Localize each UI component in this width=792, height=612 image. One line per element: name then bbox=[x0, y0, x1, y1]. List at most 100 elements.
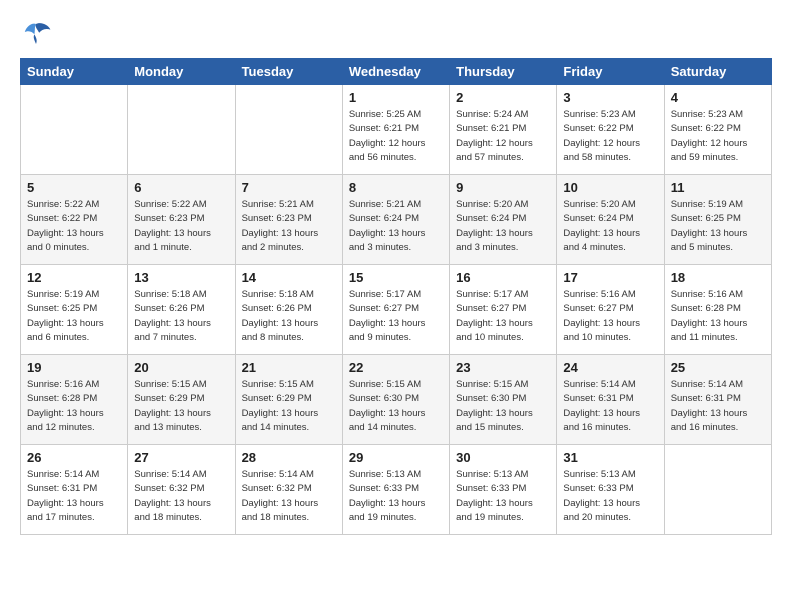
day-number: 28 bbox=[242, 450, 336, 465]
calendar-cell: 20Sunrise: 5:15 AMSunset: 6:29 PMDayligh… bbox=[128, 355, 235, 445]
day-number: 24 bbox=[563, 360, 657, 375]
calendar-cell: 31 Sunrise: 5:13 AMSunset: 6:33 PMDayligh… bbox=[557, 445, 664, 535]
day-number: 3 bbox=[563, 90, 657, 105]
day-number: 12 bbox=[27, 270, 121, 285]
calendar-cell: 7 Sunrise: 5:21 AMSunset: 6:23 PMDaylight… bbox=[235, 175, 342, 265]
calendar-cell: 28 Sunrise: 5:14 AMSunset: 6:32 PMDayligh… bbox=[235, 445, 342, 535]
logo-bird-icon bbox=[20, 20, 52, 48]
day-info: Sunrise: 5:23 AMSunset: 6:22 PMDaylight:… bbox=[563, 108, 657, 165]
day-number: 1 bbox=[349, 90, 443, 105]
day-number: 9 bbox=[456, 180, 550, 195]
day-number: 27 bbox=[134, 450, 228, 465]
weekday-header-sunday: Sunday bbox=[21, 59, 128, 85]
day-number: 11 bbox=[671, 180, 765, 195]
day-info: Sunrise: 5:15 AMSunset: 6:30 PMDaylight:… bbox=[456, 378, 550, 435]
day-info: Sunrise: 5:19 AMSunset: 6:25 PMDaylight:… bbox=[671, 198, 765, 255]
calendar-cell: 8Sunrise: 5:21 AMSunset: 6:24 PMDaylight… bbox=[342, 175, 449, 265]
calendar-week-row: 19 Sunrise: 5:16 AMSunset: 6:28 PMDayligh… bbox=[21, 355, 772, 445]
day-number: 13 bbox=[134, 270, 228, 285]
calendar-cell bbox=[664, 445, 771, 535]
calendar-table: SundayMondayTuesdayWednesdayThursdayFrid… bbox=[20, 58, 772, 535]
calendar-cell: 13 Sunrise: 5:18 AMSunset: 6:26 PMDayligh… bbox=[128, 265, 235, 355]
weekday-header-friday: Friday bbox=[557, 59, 664, 85]
calendar-cell: 12 Sunrise: 5:19 AMSunset: 6:25 PMDayligh… bbox=[21, 265, 128, 355]
day-info: Sunrise: 5:17 AMSunset: 6:27 PMDaylight:… bbox=[349, 288, 443, 345]
calendar-week-row: 1 Sunrise: 5:25 AMSunset: 6:21 PMDaylight… bbox=[21, 85, 772, 175]
day-info: Sunrise: 5:19 AMSunset: 6:25 PMDaylight:… bbox=[27, 288, 121, 345]
day-number: 30 bbox=[456, 450, 550, 465]
calendar-cell: 15 Sunrise: 5:17 AMSunset: 6:27 PMDayligh… bbox=[342, 265, 449, 355]
day-info: Sunrise: 5:13 AMSunset: 6:33 PMDaylight:… bbox=[349, 468, 443, 525]
day-info: Sunrise: 5:22 AMSunset: 6:22 PMDaylight:… bbox=[27, 198, 121, 255]
calendar-cell: 30 Sunrise: 5:13 AMSunset: 6:33 PMDayligh… bbox=[450, 445, 557, 535]
day-number: 7 bbox=[242, 180, 336, 195]
calendar-cell bbox=[128, 85, 235, 175]
calendar-cell: 3 Sunrise: 5:23 AMSunset: 6:22 PMDaylight… bbox=[557, 85, 664, 175]
day-info: Sunrise: 5:14 AMSunset: 6:31 PMDaylight:… bbox=[563, 378, 657, 435]
day-number: 21 bbox=[242, 360, 336, 375]
weekday-header-thursday: Thursday bbox=[450, 59, 557, 85]
day-info: Sunrise: 5:20 AMSunset: 6:24 PMDaylight:… bbox=[456, 198, 550, 255]
day-info: Sunrise: 5:14 AMSunset: 6:32 PMDaylight:… bbox=[134, 468, 228, 525]
day-number: 15 bbox=[349, 270, 443, 285]
day-info: Sunrise: 5:13 AMSunset: 6:33 PMDaylight:… bbox=[563, 468, 657, 525]
calendar-week-row: 12 Sunrise: 5:19 AMSunset: 6:25 PMDayligh… bbox=[21, 265, 772, 355]
calendar-cell: 11 Sunrise: 5:19 AMSunset: 6:25 PMDayligh… bbox=[664, 175, 771, 265]
day-info: Sunrise: 5:25 AMSunset: 6:21 PMDaylight:… bbox=[349, 108, 443, 165]
calendar-cell: 17 Sunrise: 5:16 AMSunset: 6:27 PMDayligh… bbox=[557, 265, 664, 355]
day-info: Sunrise: 5:14 AMSunset: 6:31 PMDaylight:… bbox=[27, 468, 121, 525]
day-info: Sunrise: 5:15 AMSunset: 6:29 PMDaylight:… bbox=[134, 378, 228, 435]
day-number: 23 bbox=[456, 360, 550, 375]
day-info: Sunrise: 5:21 AMSunset: 6:24 PMDaylight:… bbox=[349, 198, 443, 255]
day-info: Sunrise: 5:21 AMSunset: 6:23 PMDaylight:… bbox=[242, 198, 336, 255]
page-header bbox=[20, 20, 772, 48]
calendar-cell: 16 Sunrise: 5:17 AMSunset: 6:27 PMDayligh… bbox=[450, 265, 557, 355]
day-number: 18 bbox=[671, 270, 765, 285]
calendar-cell: 25 Sunrise: 5:14 AMSunset: 6:31 PMDayligh… bbox=[664, 355, 771, 445]
calendar-cell: 2Sunrise: 5:24 AMSunset: 6:21 PMDaylight… bbox=[450, 85, 557, 175]
day-info: Sunrise: 5:16 AMSunset: 6:28 PMDaylight:… bbox=[671, 288, 765, 345]
day-number: 14 bbox=[242, 270, 336, 285]
day-number: 25 bbox=[671, 360, 765, 375]
day-number: 29 bbox=[349, 450, 443, 465]
day-number: 10 bbox=[563, 180, 657, 195]
day-info: Sunrise: 5:15 AMSunset: 6:30 PMDaylight:… bbox=[349, 378, 443, 435]
calendar-header-row: SundayMondayTuesdayWednesdayThursdayFrid… bbox=[21, 59, 772, 85]
calendar-cell: 4 Sunrise: 5:23 AMSunset: 6:22 PMDaylight… bbox=[664, 85, 771, 175]
day-info: Sunrise: 5:17 AMSunset: 6:27 PMDaylight:… bbox=[456, 288, 550, 345]
day-info: Sunrise: 5:16 AMSunset: 6:28 PMDaylight:… bbox=[27, 378, 121, 435]
calendar-cell: 10 Sunrise: 5:20 AMSunset: 6:24 PMDayligh… bbox=[557, 175, 664, 265]
calendar-cell: 19 Sunrise: 5:16 AMSunset: 6:28 PMDayligh… bbox=[21, 355, 128, 445]
calendar-cell: 29 Sunrise: 5:13 AMSunset: 6:33 PMDayligh… bbox=[342, 445, 449, 535]
day-info: Sunrise: 5:16 AMSunset: 6:27 PMDaylight:… bbox=[563, 288, 657, 345]
day-number: 17 bbox=[563, 270, 657, 285]
day-number: 31 bbox=[563, 450, 657, 465]
day-info: Sunrise: 5:20 AMSunset: 6:24 PMDaylight:… bbox=[563, 198, 657, 255]
calendar-cell: 22 Sunrise: 5:15 AMSunset: 6:30 PMDayligh… bbox=[342, 355, 449, 445]
day-number: 22 bbox=[349, 360, 443, 375]
day-info: Sunrise: 5:14 AMSunset: 6:31 PMDaylight:… bbox=[671, 378, 765, 435]
calendar-cell: 18 Sunrise: 5:16 AMSunset: 6:28 PMDayligh… bbox=[664, 265, 771, 355]
day-info: Sunrise: 5:18 AMSunset: 6:26 PMDaylight:… bbox=[242, 288, 336, 345]
calendar-cell: 27 Sunrise: 5:14 AMSunset: 6:32 PMDayligh… bbox=[128, 445, 235, 535]
calendar-cell bbox=[235, 85, 342, 175]
day-number: 16 bbox=[456, 270, 550, 285]
day-info: Sunrise: 5:14 AMSunset: 6:32 PMDaylight:… bbox=[242, 468, 336, 525]
calendar-week-row: 5 Sunrise: 5:22 AMSunset: 6:22 PMDaylight… bbox=[21, 175, 772, 265]
calendar-cell: 26Sunrise: 5:14 AMSunset: 6:31 PMDayligh… bbox=[21, 445, 128, 535]
day-info: Sunrise: 5:18 AMSunset: 6:26 PMDaylight:… bbox=[134, 288, 228, 345]
day-number: 19 bbox=[27, 360, 121, 375]
weekday-header-wednesday: Wednesday bbox=[342, 59, 449, 85]
calendar-week-row: 26Sunrise: 5:14 AMSunset: 6:31 PMDayligh… bbox=[21, 445, 772, 535]
weekday-header-saturday: Saturday bbox=[664, 59, 771, 85]
calendar-cell: 1 Sunrise: 5:25 AMSunset: 6:21 PMDaylight… bbox=[342, 85, 449, 175]
calendar-cell: 5 Sunrise: 5:22 AMSunset: 6:22 PMDaylight… bbox=[21, 175, 128, 265]
day-number: 4 bbox=[671, 90, 765, 105]
calendar-cell: 9 Sunrise: 5:20 AMSunset: 6:24 PMDaylight… bbox=[450, 175, 557, 265]
day-info: Sunrise: 5:13 AMSunset: 6:33 PMDaylight:… bbox=[456, 468, 550, 525]
day-number: 6 bbox=[134, 180, 228, 195]
day-number: 5 bbox=[27, 180, 121, 195]
day-number: 2 bbox=[456, 90, 550, 105]
day-info: Sunrise: 5:23 AMSunset: 6:22 PMDaylight:… bbox=[671, 108, 765, 165]
weekday-header-monday: Monday bbox=[128, 59, 235, 85]
